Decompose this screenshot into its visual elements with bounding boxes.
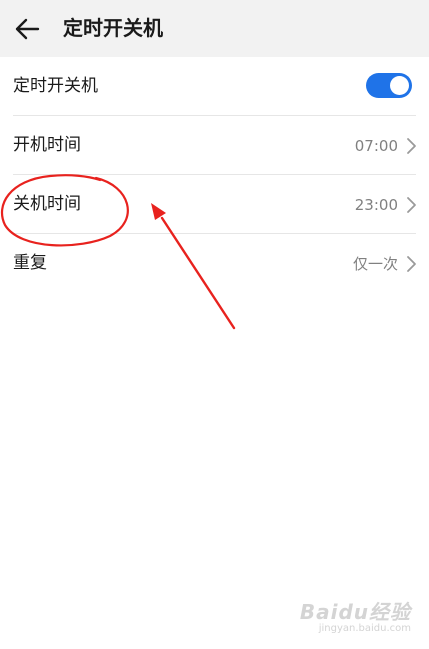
page-title: 定时开关机: [63, 16, 163, 40]
toggle-knob: [390, 76, 409, 95]
repeat-value: 仅一次: [352, 255, 398, 273]
settings-list: 定时开关机 开机时间 07:00 关机时间 23:00 重复 仅一次: [0, 57, 429, 293]
back-button[interactable]: [8, 10, 46, 48]
row-label-repeat: 重复: [13, 253, 47, 273]
scheduled-power-toggle[interactable]: [366, 73, 412, 98]
row-scheduled-power: 定时开关机: [0, 57, 429, 116]
arrow-left-icon: [15, 18, 40, 40]
row-power-off-time[interactable]: 关机时间 23:00: [0, 175, 429, 234]
app-header: 定时开关机: [0, 0, 429, 57]
power-off-time-value: 23:00: [354, 196, 398, 214]
chevron-right-icon: [407, 197, 416, 213]
row-label-scheduled-power: 定时开关机: [13, 76, 98, 96]
watermark-brand: Baidu经验: [299, 600, 411, 624]
chevron-right-icon: [407, 256, 416, 272]
row-label-power-on-time: 开机时间: [13, 135, 81, 155]
row-power-on-time[interactable]: 开机时间 07:00: [0, 116, 429, 175]
watermark: Baidu经验 jingyan.baidu.com: [300, 601, 411, 635]
row-repeat[interactable]: 重复 仅一次: [0, 234, 429, 293]
watermark-url: jingyan.baidu.com: [318, 623, 411, 634]
chevron-right-icon: [407, 138, 416, 154]
power-on-time-value: 07:00: [354, 137, 398, 155]
row-label-power-off-time: 关机时间: [13, 194, 81, 214]
